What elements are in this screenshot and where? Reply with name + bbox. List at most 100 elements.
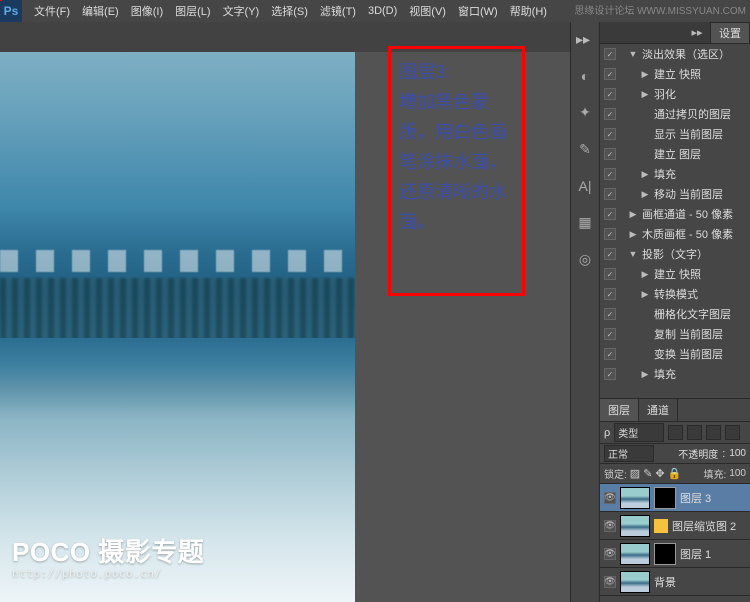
layer-name[interactable]: 背景 xyxy=(654,574,676,590)
action-vis-toggle[interactable]: ✓ xyxy=(604,208,616,220)
layer-name[interactable]: 图层 3 xyxy=(680,490,711,506)
layer-vis-icon[interactable]: 👁 xyxy=(604,576,616,588)
action-row[interactable]: ✓▶木质画框 - 50 像素 xyxy=(600,224,750,244)
action-row[interactable]: ✓▶建立 快照 xyxy=(600,264,750,284)
tab-layers[interactable]: 图层 xyxy=(600,399,639,421)
action-row[interactable]: ✓▶填充 xyxy=(600,364,750,384)
layer-row[interactable]: 👁 图层 1 xyxy=(600,540,750,568)
layer-thumbnail[interactable] xyxy=(620,543,650,565)
settings-tab[interactable]: 设置 xyxy=(710,22,750,44)
tab-channels[interactable]: 通道 xyxy=(639,399,678,421)
actions-list[interactable]: ✓▼淡出效果（选区）✓▶建立 快照✓▶羽化✓通过拷贝的图层✓显示 当前图层✓建立… xyxy=(600,44,750,399)
action-vis-toggle[interactable]: ✓ xyxy=(604,268,616,280)
action-vis-toggle[interactable]: ✓ xyxy=(604,248,616,260)
menu-type[interactable]: 文字(Y) xyxy=(217,3,266,19)
layer-row[interactable]: 👁 背景 xyxy=(600,568,750,596)
action-row[interactable]: ✓通过拷贝的图层 xyxy=(600,104,750,124)
action-vis-toggle[interactable]: ✓ xyxy=(604,48,616,60)
action-vis-toggle[interactable]: ✓ xyxy=(604,288,616,300)
disclosure-triangle-icon[interactable]: ▶ xyxy=(640,369,650,380)
opacity-value[interactable]: 100 xyxy=(729,448,746,459)
menu-layer[interactable]: 图层(L) xyxy=(169,3,216,19)
layer-thumbnail[interactable] xyxy=(620,571,650,593)
action-row[interactable]: ✓▶画框通道 - 50 像素 xyxy=(600,204,750,224)
action-row[interactable]: ✓显示 当前图层 xyxy=(600,124,750,144)
panel-toggle-icon[interactable]: ▸▸ xyxy=(574,30,592,48)
cc-icon[interactable]: ◎ xyxy=(579,251,591,268)
action-vis-toggle[interactable]: ✓ xyxy=(604,148,616,160)
disclosure-triangle-icon[interactable]: ▶ xyxy=(640,169,650,180)
filter-kind-select[interactable]: 类型 xyxy=(614,423,664,442)
compass-icon[interactable]: ✦ xyxy=(579,104,591,121)
action-vis-toggle[interactable]: ✓ xyxy=(604,308,616,320)
document-canvas[interactable]: POCO 摄影专题 http://photo.poco.cn/ xyxy=(0,52,355,602)
layer-vis-icon[interactable]: 👁 xyxy=(604,520,616,532)
history-icon[interactable]: ◐ xyxy=(581,68,589,84)
lock-trans-icon[interactable]: ▨ xyxy=(630,467,640,480)
disclosure-triangle-icon[interactable]: ▶ xyxy=(628,229,638,240)
action-row[interactable]: ✓栅格化文字图层 xyxy=(600,304,750,324)
lock-all-icon[interactable]: 🔒 xyxy=(668,467,682,480)
action-vis-toggle[interactable]: ✓ xyxy=(604,68,616,80)
disclosure-triangle-icon[interactable]: ▶ xyxy=(628,209,638,220)
layer-vis-icon[interactable]: 👁 xyxy=(604,492,616,504)
action-row[interactable]: ✓▶填充 xyxy=(600,164,750,184)
action-row[interactable]: ✓▼投影（文字） xyxy=(600,244,750,264)
layer-row[interactable]: 👁 图层缩览图 2 xyxy=(600,512,750,540)
collapsed-panel-bar[interactable]: ▸▸ ◐ ✦ ✎ A| ▦ ◎ xyxy=(570,22,600,602)
text-icon[interactable]: A| xyxy=(579,178,592,194)
menu-edit[interactable]: 编辑(E) xyxy=(76,3,125,19)
disclosure-triangle-icon[interactable]: ▶ xyxy=(640,69,650,80)
action-row[interactable]: ✓▶转换模式 xyxy=(600,284,750,304)
action-row[interactable]: ✓▶羽化 xyxy=(600,84,750,104)
layer-list[interactable]: 👁 图层 3 👁 图层缩览图 2 👁 图层 1 👁 背景 xyxy=(600,484,750,596)
action-vis-toggle[interactable]: ✓ xyxy=(604,108,616,120)
layer-name[interactable]: 图层 1 xyxy=(680,546,711,562)
action-row[interactable]: ✓▶建立 快照 xyxy=(600,64,750,84)
filter-adj-icon[interactable] xyxy=(687,425,702,440)
layer-mask-thumbnail[interactable] xyxy=(654,543,676,565)
lock-pos-icon[interactable]: ✥ xyxy=(655,467,664,480)
disclosure-triangle-icon[interactable]: ▶ xyxy=(640,89,650,100)
action-vis-toggle[interactable]: ✓ xyxy=(604,348,616,360)
action-vis-toggle[interactable]: ✓ xyxy=(604,128,616,140)
lock-paint-icon[interactable]: ✎ xyxy=(643,467,652,480)
action-row[interactable]: ✓▼淡出效果（选区） xyxy=(600,44,750,64)
swatch-icon[interactable]: ▦ xyxy=(578,214,591,231)
menu-file[interactable]: 文件(F) xyxy=(28,3,76,19)
disclosure-triangle-icon[interactable]: ▶ xyxy=(640,289,650,300)
fill-value[interactable]: 100 xyxy=(729,468,746,479)
action-row[interactable]: ✓变换 当前图层 xyxy=(600,344,750,364)
layer-mask-thumbnail[interactable] xyxy=(654,487,676,509)
action-row[interactable]: ✓▶移动 当前图层 xyxy=(600,184,750,204)
blend-mode-select[interactable]: 正常 xyxy=(604,445,654,462)
layer-thumbnail[interactable] xyxy=(620,515,650,537)
action-vis-toggle[interactable]: ✓ xyxy=(604,168,616,180)
filter-text-icon[interactable] xyxy=(706,425,721,440)
menu-filter[interactable]: 滤镜(T) xyxy=(314,3,362,19)
filter-shape-icon[interactable] xyxy=(725,425,740,440)
layer-thumbnail[interactable] xyxy=(620,487,650,509)
action-vis-toggle[interactable]: ✓ xyxy=(604,328,616,340)
disclosure-triangle-icon[interactable]: ▼ xyxy=(628,49,638,59)
action-vis-toggle[interactable]: ✓ xyxy=(604,188,616,200)
brush-icon[interactable]: ✎ xyxy=(579,141,591,158)
menu-select[interactable]: 选择(S) xyxy=(265,3,314,19)
disclosure-triangle-icon[interactable]: ▶ xyxy=(640,269,650,280)
action-vis-toggle[interactable]: ✓ xyxy=(604,228,616,240)
menu-view[interactable]: 视图(V) xyxy=(403,3,452,19)
layer-vis-icon[interactable]: 👁 xyxy=(604,548,616,560)
menu-help[interactable]: 帮助(H) xyxy=(504,3,553,19)
menu-window[interactable]: 窗口(W) xyxy=(452,3,504,19)
menu-image[interactable]: 图像(I) xyxy=(125,3,169,19)
filter-pixel-icon[interactable] xyxy=(668,425,683,440)
action-row[interactable]: ✓复制 当前图层 xyxy=(600,324,750,344)
action-vis-toggle[interactable]: ✓ xyxy=(604,88,616,100)
action-vis-toggle[interactable]: ✓ xyxy=(604,368,616,380)
action-row[interactable]: ✓建立 图层 xyxy=(600,144,750,164)
disclosure-triangle-icon[interactable]: ▼ xyxy=(628,249,638,259)
menu-3d[interactable]: 3D(D) xyxy=(362,5,403,17)
layer-row[interactable]: 👁 图层 3 xyxy=(600,484,750,512)
layer-name[interactable]: 图层缩览图 2 xyxy=(672,518,736,534)
collapse-icon[interactable]: ▸▸ xyxy=(688,24,706,42)
